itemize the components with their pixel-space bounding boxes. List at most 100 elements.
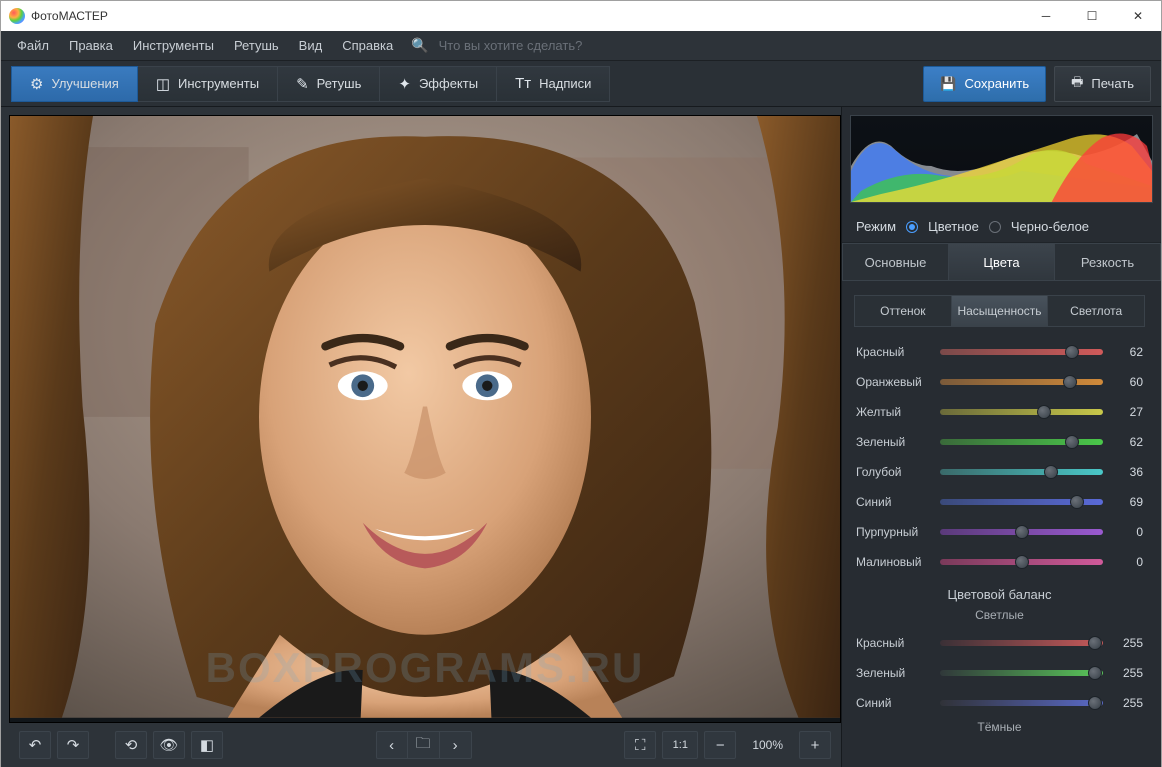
next-button[interactable]: › <box>440 731 472 759</box>
slider-handle[interactable] <box>1088 636 1102 650</box>
ptab-basic[interactable]: Основные <box>842 243 949 281</box>
mode-color-label[interactable]: Цветное <box>928 219 979 234</box>
slider-track[interactable] <box>940 499 1103 505</box>
print-button[interactable]: 🖶 Печать <box>1054 66 1151 102</box>
tab-retouch[interactable]: ✎ Ретушь <box>278 66 380 102</box>
slider-row: Голубой36 <box>842 457 1157 487</box>
slider-handle[interactable] <box>1063 375 1077 389</box>
slider-value: 0 <box>1113 555 1143 569</box>
tab-label: Эффекты <box>419 76 478 91</box>
slider-value: 0 <box>1113 525 1143 539</box>
slider-track[interactable] <box>940 469 1103 475</box>
slider-value: 27 <box>1113 405 1143 419</box>
window-title: ФотоМАСТЕР <box>31 9 108 23</box>
print-label: Печать <box>1091 76 1134 91</box>
save-label: Сохранить <box>965 76 1030 91</box>
zoom-in-button[interactable]: + <box>799 731 831 759</box>
radio-color[interactable] <box>906 221 918 233</box>
search-icon: 🔍 <box>411 37 428 54</box>
actual-size-button[interactable]: 1:1 <box>662 731 698 759</box>
menu-help[interactable]: Справка <box>334 33 401 58</box>
slider-handle[interactable] <box>1044 465 1058 479</box>
stab-saturation[interactable]: Насыщенность <box>952 295 1049 327</box>
slider-row: Пурпурный 0 <box>842 517 1157 547</box>
wand-icon: ✦ <box>398 75 411 93</box>
mode-label: Режим <box>856 219 896 234</box>
slider-row: Красный62 <box>842 337 1157 367</box>
slider-label: Оранжевый <box>856 375 936 389</box>
slider-track[interactable] <box>940 349 1103 355</box>
menu-retouch[interactable]: Ретушь <box>226 33 287 58</box>
slider-handle[interactable] <box>1037 405 1051 419</box>
slider-track[interactable] <box>940 670 1103 676</box>
ptab-sharp[interactable]: Резкость <box>1055 243 1161 281</box>
slider-label: Красный <box>856 636 936 650</box>
slider-value: 255 <box>1113 696 1143 710</box>
crop-icon: ◫ <box>156 75 170 93</box>
slider-track[interactable] <box>940 439 1103 445</box>
stab-lightness[interactable]: Светлота <box>1048 295 1145 327</box>
slider-handle[interactable] <box>1015 555 1029 569</box>
maximize-button[interactable]: ☐ <box>1069 1 1115 31</box>
prev-button[interactable]: ‹ <box>376 731 408 759</box>
tab-enhancements[interactable]: ⚙Улучшения <box>11 66 138 102</box>
stab-hue[interactable]: Оттенок <box>854 295 952 327</box>
zoom-out-button[interactable]: − <box>704 731 736 759</box>
ptab-colors[interactable]: Цвета <box>949 243 1055 281</box>
printer-icon: 🖶 <box>1071 73 1083 95</box>
slider-row: Оранжевый60 <box>842 367 1157 397</box>
reset-button[interactable]: ⟲ <box>115 731 147 759</box>
canvas[interactable]: BOXPROGRAMS.RU <box>9 115 841 723</box>
radio-bw[interactable] <box>989 221 1001 233</box>
tab-label: Инструменты <box>178 76 259 91</box>
compare-button[interactable]: ◧ <box>191 731 223 759</box>
slider-handle[interactable] <box>1070 495 1084 509</box>
slider-label: Пурпурный <box>856 525 936 539</box>
slider-value: 255 <box>1113 636 1143 650</box>
slider-track[interactable] <box>940 640 1103 646</box>
menu-edit[interactable]: Правка <box>61 33 121 58</box>
menu-tools[interactable]: Инструменты <box>125 33 222 58</box>
save-button[interactable]: 💾 Сохранить <box>923 66 1046 102</box>
minimize-button[interactable]: ─ <box>1023 1 1069 31</box>
slider-value: 69 <box>1113 495 1143 509</box>
menu-file[interactable]: Файл <box>9 33 57 58</box>
redo-button[interactable]: ↷ <box>57 731 89 759</box>
tab-label: Ретушь <box>317 76 362 91</box>
panel-scroll[interactable]: Оттенок Насыщенность Светлота Красный62О… <box>842 281 1161 767</box>
menubar: Файл Правка Инструменты Ретушь Вид Справ… <box>1 31 1161 61</box>
disk-icon: 💾 <box>940 76 956 92</box>
bottombar: ↶ ↷ ⟲ 👁 ◧ ‹ 🗀 › ⛶ 1:1 − 100% + <box>9 723 841 767</box>
mode-bw-label[interactable]: Черно-белое <box>1011 219 1089 234</box>
slider-track[interactable] <box>940 559 1103 565</box>
slider-track[interactable] <box>940 700 1103 706</box>
slider-handle[interactable] <box>1088 666 1102 680</box>
brush-icon: ✎ <box>296 75 309 93</box>
fit-button[interactable]: ⛶ <box>624 731 656 759</box>
tab-tools[interactable]: ◫ Инструменты <box>138 66 278 102</box>
panel-tabs: Основные Цвета Резкость <box>842 243 1161 281</box>
preview-button[interactable]: 👁 <box>153 731 185 759</box>
menu-view[interactable]: Вид <box>291 33 331 58</box>
slider-handle[interactable] <box>1065 435 1079 449</box>
undo-button[interactable]: ↶ <box>19 731 51 759</box>
slider-handle[interactable] <box>1015 525 1029 539</box>
tab-captions[interactable]: TᴛНадписи <box>497 66 610 102</box>
slider-value: 62 <box>1113 345 1143 359</box>
slider-track[interactable] <box>940 379 1103 385</box>
browse-button[interactable]: 🗀 <box>408 731 440 759</box>
slider-track[interactable] <box>940 529 1103 535</box>
search-input[interactable]: Что вы хотите сделать? <box>439 38 583 53</box>
tab-effects[interactable]: ✦ Эффекты <box>380 66 497 102</box>
histogram[interactable] <box>850 115 1153 203</box>
slider-value: 255 <box>1113 666 1143 680</box>
slider-label: Синий <box>856 696 936 710</box>
slider-handle[interactable] <box>1088 696 1102 710</box>
slider-track[interactable] <box>940 409 1103 415</box>
close-button[interactable]: ✕ <box>1115 1 1161 31</box>
slider-label: Желтый <box>856 405 936 419</box>
slider-label: Синий <box>856 495 936 509</box>
tab-label: Улучшения <box>51 76 118 91</box>
slider-handle[interactable] <box>1065 345 1079 359</box>
slider-label: Малиновый <box>856 555 936 569</box>
